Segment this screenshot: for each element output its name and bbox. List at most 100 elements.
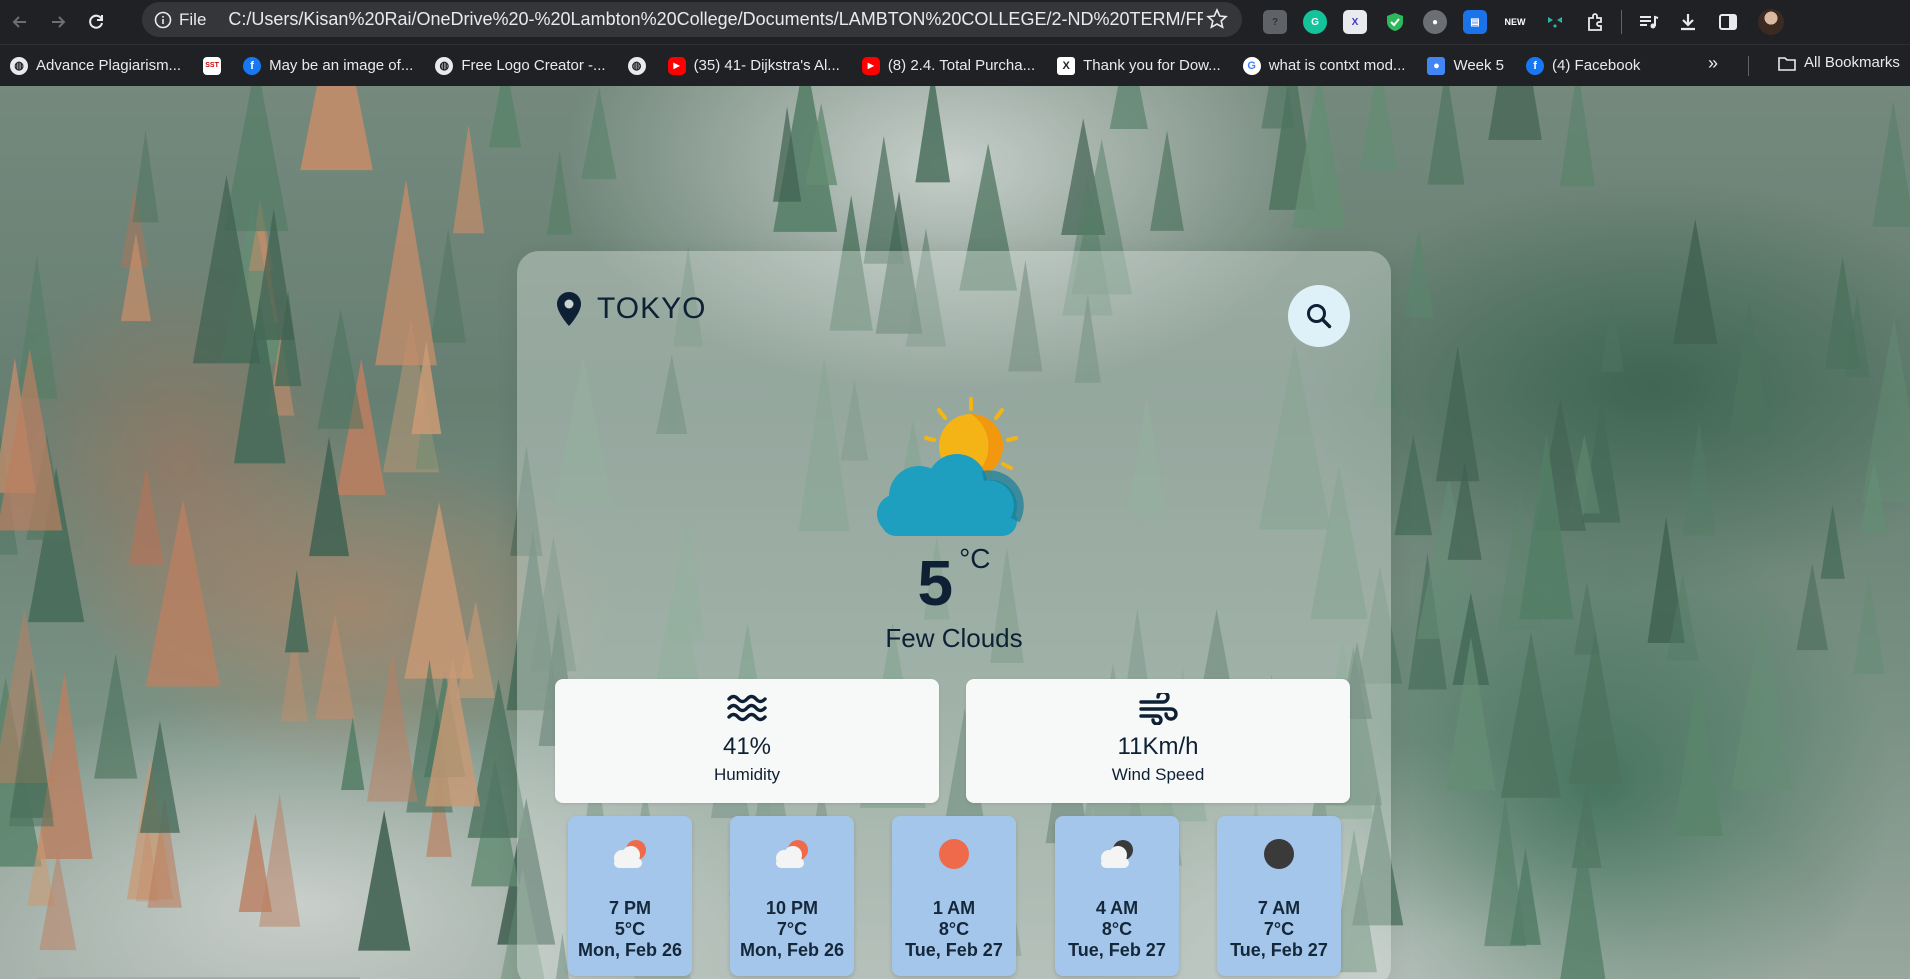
temperature-display: 5 °C: [517, 543, 1391, 619]
cloud-sun-icon: [730, 836, 854, 876]
youtube-icon: ▶: [861, 56, 880, 75]
forecast-date: Mon, Feb 26: [577, 940, 682, 960]
bookmarks-overflow-icon[interactable]: »: [1708, 53, 1718, 74]
folder-icon: [1778, 56, 1796, 71]
bookmark-item[interactable]: f May be an image of...: [243, 56, 414, 75]
globe-icon: ◍: [627, 56, 646, 75]
sst-icon: SST: [203, 56, 222, 75]
location-display: TOKYO: [555, 291, 706, 327]
forecast-card[interactable]: 7 AM 7°C Tue, Feb 27: [1217, 816, 1341, 976]
globe-icon: ◍: [10, 56, 28, 75]
side-panel-icon[interactable]: [1716, 10, 1740, 34]
sun-icon: [892, 836, 1016, 876]
star-icon: [1206, 8, 1228, 29]
cloud-sun-icon: [568, 836, 692, 876]
classroom-icon: ●: [1427, 56, 1446, 75]
arrow-right-icon: [52, 16, 66, 28]
bookmark-label: (4) Facebook: [1552, 57, 1641, 74]
info-icon: [154, 11, 172, 28]
site-info-chip[interactable]: File: [154, 10, 206, 30]
bookmark-item[interactable]: f (4) Facebook: [1526, 56, 1641, 75]
forecast-temp: 7°C: [776, 919, 808, 939]
bookmark-label: Week 5: [1453, 57, 1505, 74]
humidity-card: 41% Humidity: [555, 679, 939, 803]
all-bookmarks-label: All Bookmarks: [1804, 54, 1900, 71]
record-extension-icon[interactable]: ●: [1423, 10, 1447, 34]
facebook-icon: f: [1526, 56, 1545, 75]
forecast-card[interactable]: 1 AM 8°C Tue, Feb 27: [892, 816, 1016, 976]
wind-speed-value: 11Km/h: [1117, 733, 1199, 760]
forecast-time: 7 PM: [608, 898, 651, 918]
bookmark-item[interactable]: SST: [203, 56, 222, 75]
help-extension-icon[interactable]: ?: [1263, 10, 1287, 34]
x-extension-icon[interactable]: X: [1343, 10, 1367, 34]
google-icon: G: [1242, 56, 1261, 75]
bookmark-label: (35) 41- Dijkstra's Al...: [693, 57, 840, 74]
profile-avatar[interactable]: [1758, 9, 1784, 35]
bookmark-item[interactable]: X Thank you for Dow...: [1057, 56, 1221, 75]
back-button[interactable]: [2, 4, 38, 40]
globe-icon: ◍: [435, 56, 454, 75]
humidity-value: 41%: [722, 733, 772, 760]
download-icon[interactable]: [1676, 10, 1700, 34]
facebook-icon: f: [243, 56, 262, 75]
layers-extension-icon[interactable]: [1543, 10, 1567, 34]
temperature-value: 5: [917, 547, 954, 619]
forecast-date: Tue, Feb 27: [1230, 940, 1328, 960]
all-bookmarks-button[interactable]: All Bookmarks: [1778, 54, 1900, 71]
forward-button[interactable]: [40, 4, 76, 40]
bookmark-item[interactable]: ▶ (35) 41- Dijkstra's Al...: [667, 56, 840, 75]
reload-button[interactable]: [78, 4, 114, 40]
moon-icon: [1217, 836, 1341, 876]
humidity-icon: [555, 693, 939, 727]
weather-description: Few Clouds: [885, 623, 1023, 653]
site-chip-label: File: [179, 9, 207, 29]
bookmarks-divider: [1748, 56, 1749, 76]
forecast-card[interactable]: 7 PM 5°C Mon, Feb 26: [568, 816, 692, 976]
address-bar[interactable]: File C:/Users/Kisan%20Rai/OneDrive%20-%2…: [142, 2, 1242, 37]
forecast-card[interactable]: 10 PM 7°C Mon, Feb 26: [730, 816, 854, 976]
humidity-label: Humidity: [713, 765, 781, 784]
forecast-time: 7 AM: [1257, 898, 1301, 918]
wind-speed-label: Wind Speed: [1111, 765, 1205, 784]
bookmark-label: May be an image of...: [269, 57, 414, 74]
location-pin-icon: [557, 292, 581, 326]
forecast-date: Tue, Feb 27: [1068, 940, 1166, 960]
puzzle-extensions-icon[interactable]: [1583, 10, 1607, 34]
forecast-temp: 8°C: [1101, 919, 1133, 939]
reload-icon: [89, 14, 103, 29]
bookmark-item[interactable]: ◍: [627, 56, 646, 75]
forecast-time: 4 AM: [1095, 898, 1139, 918]
bookmark-label: what is contxt mod...: [1268, 57, 1406, 74]
bookmark-item[interactable]: ◍ Free Logo Creator -...: [435, 56, 606, 75]
new-extension-icon[interactable]: NEW: [1503, 10, 1527, 34]
city-name[interactable]: TOKYO: [597, 292, 706, 326]
bookmark-item[interactable]: G what is contxt mod...: [1242, 56, 1406, 75]
wind-icon: [966, 690, 1350, 727]
bookmark-item[interactable]: ◍ Advance Plagiarism...: [10, 56, 182, 75]
forecast-temp: 5°C: [614, 919, 646, 939]
bookmark-label: (8) 2.4. Total Purcha...: [887, 57, 1036, 74]
search-button[interactable]: [1288, 285, 1350, 347]
forecast-temp: 7°C: [1263, 919, 1295, 939]
x-icon: X: [1057, 56, 1076, 75]
media-playlist-icon[interactable]: [1636, 10, 1660, 34]
bookmark-star-button[interactable]: [1206, 8, 1228, 35]
extensions-bar: ? G X ● ▤ NEW: [1255, 4, 1784, 40]
bookmark-item[interactable]: ● Week 5: [1427, 56, 1505, 75]
docs-extension-icon[interactable]: ▤: [1463, 10, 1487, 34]
weather-card: TOKYO 5 °C Few Clouds 41% Humidity 11Km/…: [517, 251, 1391, 979]
youtube-icon: ▶: [667, 56, 686, 75]
forecast-temp: 8°C: [938, 919, 970, 939]
url-text[interactable]: C:/Users/Kisan%20Rai/OneDrive%20-%20Lamb…: [228, 9, 1203, 30]
bookmark-item[interactable]: ▶ (8) 2.4. Total Purcha...: [861, 56, 1036, 75]
wind-speed-card: 11Km/h Wind Speed: [966, 679, 1350, 803]
temperature-unit: °C: [959, 543, 991, 574]
bookmark-label: Advance Plagiarism...: [36, 57, 182, 74]
forecast-card[interactable]: 4 AM 8°C Tue, Feb 27: [1055, 816, 1179, 976]
grammarly-icon[interactable]: G: [1303, 10, 1327, 34]
bookmark-label: Free Logo Creator -...: [461, 57, 606, 74]
shield-extension-icon[interactable]: [1383, 10, 1407, 34]
forecast-date: Tue, Feb 27: [905, 940, 1003, 960]
cloud-sun-icon: [877, 397, 1024, 536]
